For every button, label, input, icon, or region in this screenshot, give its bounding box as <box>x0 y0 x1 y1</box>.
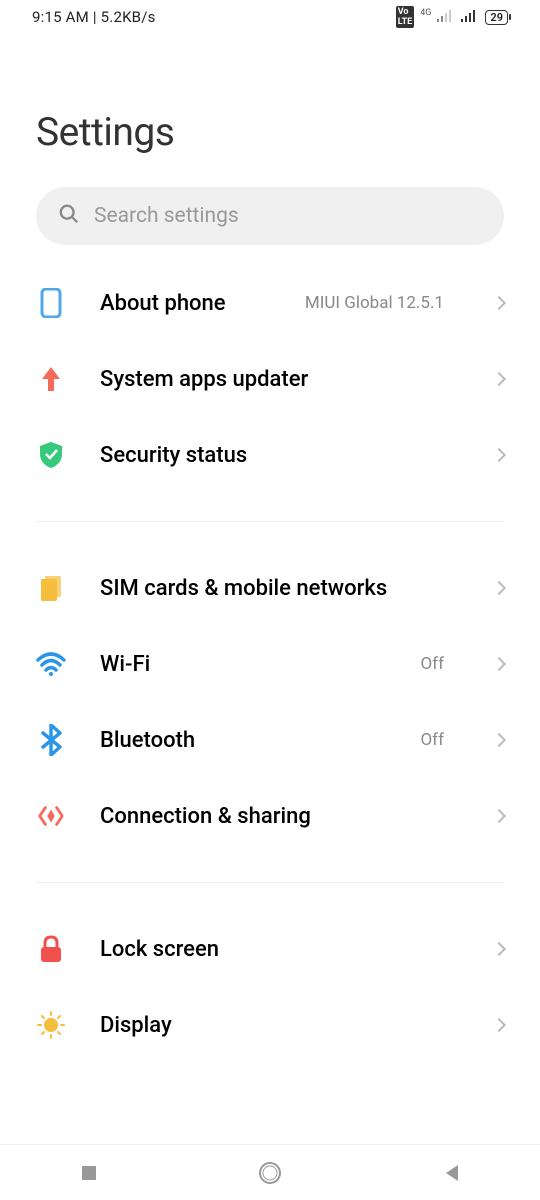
item-lock-screen[interactable]: Lock screen <box>0 911 540 987</box>
header: Settings <box>0 34 540 175</box>
divider <box>36 521 504 522</box>
item-connection-sharing[interactable]: Connection & sharing <box>0 778 540 854</box>
settings-list: About phone MIUI Global 12.5.1 System ap… <box>0 265 540 1063</box>
search-icon <box>58 203 80 229</box>
home-button[interactable] <box>257 1160 283 1186</box>
phone-icon <box>36 288 66 318</box>
item-label: Security status <box>100 443 444 468</box>
chevron-right-icon <box>492 809 506 823</box>
item-label: SIM cards & mobile networks <box>100 576 444 601</box>
search-placeholder: Search settings <box>94 204 239 228</box>
chevron-right-icon <box>492 581 506 595</box>
status-right: VoLTE 4G 29 <box>396 6 508 28</box>
item-value: MIUI Global 12.5.1 <box>305 293 444 313</box>
divider <box>36 882 504 883</box>
status-time: 9:15 AM <box>32 8 89 26</box>
item-label: Display <box>100 1013 444 1038</box>
item-bluetooth[interactable]: Bluetooth Off <box>0 702 540 778</box>
status-speed: 5.2KB/s <box>101 8 156 26</box>
item-value: Off <box>420 654 444 674</box>
status-bar: 9:15 AM | 5.2KB/s VoLTE 4G 29 <box>0 0 540 34</box>
battery-icon: 29 <box>485 10 508 25</box>
item-label: Bluetooth <box>100 728 386 753</box>
signal-icon-1 <box>437 8 455 26</box>
wifi-icon <box>36 649 66 679</box>
back-button[interactable] <box>442 1163 460 1183</box>
signal-icon-2 <box>461 8 479 26</box>
chevron-right-icon <box>492 1018 506 1032</box>
page-title: Settings <box>36 109 504 155</box>
connection-icon <box>36 801 66 831</box>
volte-icon: VoLTE <box>396 6 415 28</box>
chevron-right-icon <box>492 372 506 386</box>
item-label: Lock screen <box>100 937 444 962</box>
status-left: 9:15 AM | 5.2KB/s <box>32 8 156 26</box>
display-icon <box>36 1010 66 1040</box>
search-bar[interactable]: Search settings <box>36 187 504 245</box>
navigation-bar <box>0 1144 540 1200</box>
item-about-phone[interactable]: About phone MIUI Global 12.5.1 <box>0 265 540 341</box>
chevron-right-icon <box>492 733 506 747</box>
item-label: About phone <box>100 291 271 316</box>
recent-apps-button[interactable] <box>80 1164 98 1182</box>
chevron-right-icon <box>492 296 506 310</box>
sim-icon <box>36 573 66 603</box>
shield-icon <box>36 440 66 470</box>
lock-icon <box>36 934 66 964</box>
item-display[interactable]: Display <box>0 987 540 1063</box>
item-value: Off <box>420 730 444 750</box>
item-label: Wi-Fi <box>100 652 386 677</box>
item-wifi[interactable]: Wi-Fi Off <box>0 626 540 702</box>
chevron-right-icon <box>492 942 506 956</box>
item-system-apps-updater[interactable]: System apps updater <box>0 341 540 417</box>
item-sim-cards[interactable]: SIM cards & mobile networks <box>0 550 540 626</box>
chevron-right-icon <box>492 448 506 462</box>
item-security-status[interactable]: Security status <box>0 417 540 493</box>
chevron-right-icon <box>492 657 506 671</box>
item-label: Connection & sharing <box>100 804 444 829</box>
bluetooth-icon <box>36 725 66 755</box>
network-type: 4G <box>420 8 431 18</box>
item-label: System apps updater <box>100 367 444 392</box>
update-icon <box>36 364 66 394</box>
